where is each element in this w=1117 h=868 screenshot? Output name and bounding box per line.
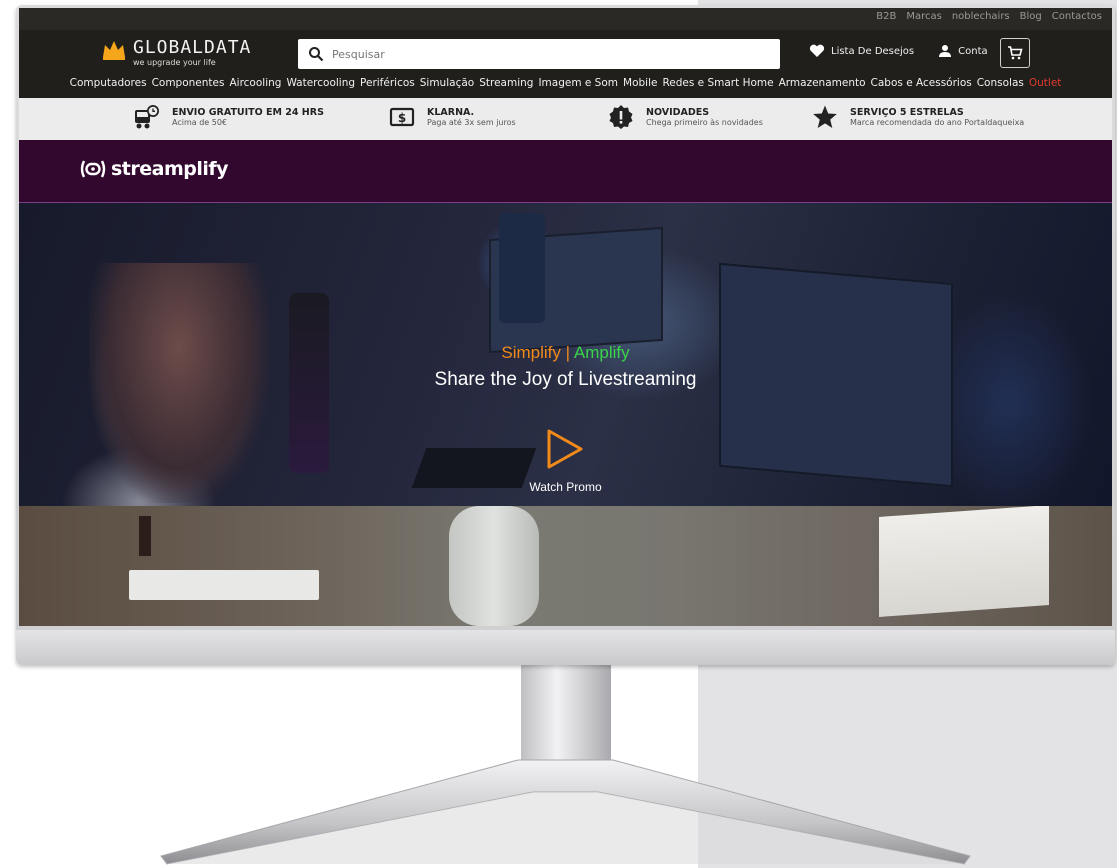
top-link-contactos[interactable]: Contactos [1052,11,1102,22]
tagline-separator: | [565,343,571,362]
brand-name: streamplify [111,158,229,180]
strip-photo-book [879,506,1049,617]
nav-redes-smart-home[interactable]: Redes e Smart Home [662,77,773,89]
nav-aircooling[interactable]: Aircooling [229,77,281,89]
dollar-icon: $ [389,107,415,127]
brand-header: streamplify [19,140,1112,203]
benefit-subtitle: Paga até 3x sem juros [427,118,516,127]
tagline-simplify: Simplify [501,343,561,362]
nav-cabos-acessorios[interactable]: Cabos e Acessórios [871,77,972,89]
benefit-subtitle: Marca recomendada do ano Portaldaqueixa [850,118,1025,127]
cart-icon [1008,46,1023,60]
website-screen: B2B Marcas noblechairs Blog Contactos GL… [19,8,1112,626]
heart-icon [809,44,825,57]
tagline-amplify: Amplify [573,343,630,362]
benefit-subtitle: Chega primeiro às novidades [646,118,763,127]
nav-consolas[interactable]: Consolas [977,77,1024,89]
nav-simulacao[interactable]: Simulação [420,77,474,89]
streamplify-mark-icon [80,160,106,178]
site-logo[interactable]: GLOBALDATA we upgrade your life [101,39,251,67]
benefit-5-stars: SERVIÇO 5 ESTRELAS Marca recomendada do … [812,104,1024,130]
nav-streaming[interactable]: Streaming [479,77,533,89]
streamplify-logo[interactable]: streamplify [79,158,229,180]
star-icon [813,105,837,128]
hero-banner: Simplify | Amplify Share the Joy of Live… [19,203,1112,506]
delivery-truck-icon [135,105,159,129]
top-link-blog[interactable]: Blog [1020,11,1042,22]
nav-armazenamento[interactable]: Armazenamento [779,77,866,89]
main-header: GLOBALDATA we upgrade your life Lista De… [19,30,1112,98]
search-bar [298,39,780,69]
header-actions: Lista De Desejos Conta [809,44,988,58]
benefit-klarna: $ KLARNA. Paga até 3x sem juros [389,104,516,130]
top-utility-bar: B2B Marcas noblechairs Blog Contactos [19,8,1112,30]
strip-pen [139,516,151,556]
user-icon [939,45,952,57]
wishlist-button[interactable]: Lista De Desejos [809,44,914,58]
monitor-stand-base [160,759,971,865]
monitor-chin [16,630,1115,665]
hero-text: Simplify | Amplify Share the Joy of Live… [19,343,1112,391]
benefit-title: KLARNA. [427,107,475,118]
category-nav: Computadores Componentes Aircooling Wate… [19,77,1112,89]
play-icon[interactable] [544,428,586,470]
top-link-b2b[interactable]: B2B [876,11,896,22]
nav-perifericos[interactable]: Periféricos [360,77,415,89]
crown-logo-icon [103,41,125,60]
benefit-title: NOVIDADES [646,107,710,118]
logo-name: GLOBALDATA [133,37,252,58]
hero-subtitle: Share the Joy of Livestreaming [434,369,697,390]
hero-speaker [499,213,545,323]
account-label: Conta [958,45,988,57]
nav-outlet[interactable]: Outlet [1029,77,1062,89]
product-image-strip [19,506,1112,626]
cart-button[interactable] [1000,38,1030,68]
account-button[interactable]: Conta [938,44,988,58]
top-links: B2B Marcas noblechairs Blog Contactos [876,11,1102,22]
strip-keyboard [129,570,319,600]
logo-tagline: we upgrade your life [133,58,216,67]
nav-computadores[interactable]: Computadores [70,77,147,89]
hero-tagline: Simplify | Amplify [19,343,1112,363]
wishlist-label: Lista De Desejos [831,45,915,57]
svg-text:$: $ [398,111,406,125]
alert-badge-icon [609,105,633,129]
benefit-subtitle: Acima de 50€ [172,118,228,127]
benefit-title: SERVIÇO 5 ESTRELAS [850,107,964,118]
nav-watercooling[interactable]: Watercooling [286,77,355,89]
search-input[interactable] [330,46,754,62]
nav-mobile[interactable]: Mobile [623,77,657,89]
benefit-free-shipping: ENVIO GRATUITO EM 24 HRS Acima de 50€ [134,104,324,130]
top-link-marcas[interactable]: Marcas [906,11,941,22]
benefit-title: ENVIO GRATUITO EM 24 HRS [172,107,324,118]
search-icon[interactable] [308,46,324,62]
strip-microphone [449,506,539,626]
nav-componentes[interactable]: Componentes [152,77,225,89]
benefits-bar: ENVIO GRATUITO EM 24 HRS Acima de 50€ $ … [19,98,1112,141]
benefit-novidades: NOVIDADES Chega primeiro às novidades [608,104,763,130]
nav-imagem-e-som[interactable]: Imagem e Som [538,77,618,89]
top-link-noblechairs[interactable]: noblechairs [952,11,1010,22]
watch-promo-link[interactable]: Watch Promo [19,480,1112,494]
